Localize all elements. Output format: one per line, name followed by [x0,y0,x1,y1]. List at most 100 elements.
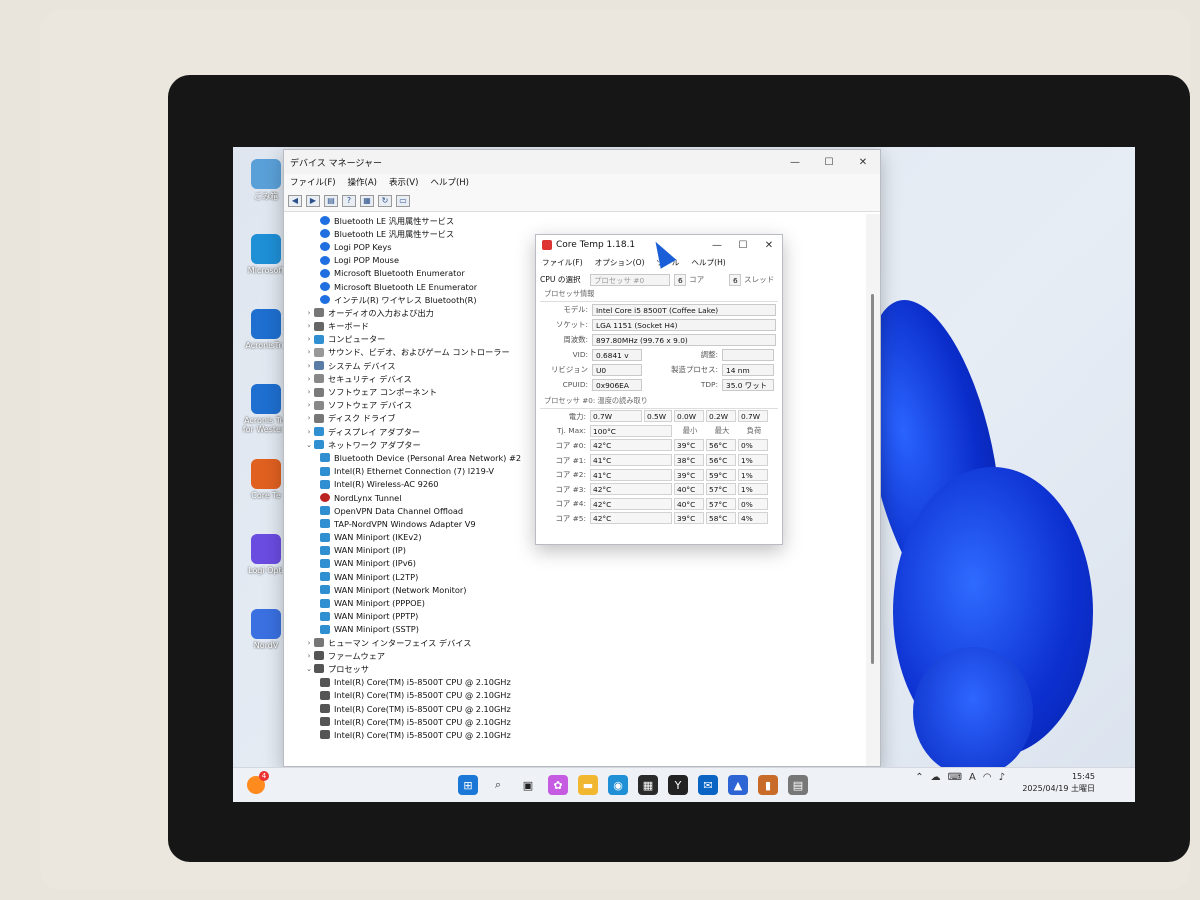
device-item[interactable]: WAN Miniport (PPPOE) [284,596,864,609]
menu-options[interactable]: オプション(O) [589,257,651,268]
chevron-right-icon[interactable]: › [304,309,314,317]
temperature-section: プロセッサ #0: 温度の読み取り [540,394,778,409]
chevron-right-icon[interactable]: › [304,362,314,370]
speaker-icon[interactable]: ♪ [999,772,1005,783]
yahoo-icon[interactable]: Y [668,775,688,795]
device-item[interactable]: Intel(R) Core(TM) i5-8500T CPU @ 2.10GHz [284,715,864,728]
device-item[interactable]: WAN Miniport (Network Monitor) [284,583,864,596]
copilot-icon[interactable]: ✿ [548,775,568,795]
network-icon [320,598,330,608]
device-label: キーボード [328,321,369,332]
menu-file[interactable]: ファイル(F) [536,257,589,268]
core-max-value: 57°C [706,497,736,510]
device-item[interactable]: WAN Miniport (PPTP) [284,610,864,623]
cloud-icon[interactable]: ☁ [931,772,941,783]
menu-view[interactable]: 表示(V) [383,176,424,188]
menu-help[interactable]: ヘルプ(H) [424,176,475,188]
ime-icon[interactable]: A [969,772,976,783]
menu-action[interactable]: 操作(A) [342,176,383,188]
chevron-right-icon[interactable]: › [304,322,314,330]
chevron-right-icon[interactable]: › [304,414,314,422]
chevron-right-icon[interactable]: › [304,388,314,396]
min-header: 最小 [682,426,698,436]
device-item[interactable]: WAN Miniport (SSTP) [284,623,864,636]
logi-options-icon [251,534,281,564]
device-item[interactable]: Intel(R) Core(TM) i5-8500T CPU @ 2.10GHz [284,702,864,715]
processor-select[interactable]: プロセッサ #0 [590,273,670,286]
help-icon[interactable]: ? [342,194,356,207]
keyboard-icon[interactable]: ⌨ [948,772,962,783]
maximize-button[interactable]: ☐ [730,240,756,251]
device-category[interactable]: › ヒューマン インターフェイス デバイス [284,636,864,649]
clock[interactable]: 15:45 2025/04/19 土曜日 [1022,771,1095,795]
store-icon[interactable]: ▦ [638,775,658,795]
clock-time: 15:45 [1071,772,1095,781]
core-temp-window[interactable]: Core Temp 1.18.1 — ☐ ✕ ファイル(F) オプション(O) … [535,234,783,545]
chevron-right-icon[interactable]: › [304,428,314,436]
device-item[interactable]: WAN Miniport (IPv6) [284,557,864,570]
close-button[interactable]: ✕ [756,240,782,251]
start-icon[interactable]: ⊞ [458,775,478,795]
device-item[interactable]: WAN Miniport (L2TP) [284,570,864,583]
bluetooth-icon [320,295,330,305]
device-item[interactable]: Intel(R) Core(TM) i5-8500T CPU @ 2.10GHz [284,676,864,689]
edge-icon[interactable]: ◉ [608,775,628,795]
chevron-right-icon[interactable]: › [304,348,314,356]
outlook-icon[interactable]: ✉ [698,775,718,795]
device-label: Microsoft Bluetooth Enumerator [334,268,465,279]
core-load-value: 1% [738,483,768,496]
chevron-right-icon[interactable]: › [304,401,314,409]
tdp-label: TDP: [700,380,718,389]
computer-icon [314,334,324,344]
device-manager-taskbar-icon[interactable]: ▤ [788,775,808,795]
power-value: 0.7W [590,410,642,423]
device-category[interactable]: ⌄ プロセッサ [284,662,864,675]
device-label: プロセッサ [328,663,369,674]
device-category[interactable]: › ファームウェア [284,649,864,662]
scrollbar-thumb[interactable] [871,294,874,664]
monitor-icon[interactable]: ▭ [396,194,410,207]
task-view-icon[interactable]: ▣ [518,775,538,795]
chevron-right-icon[interactable]: › [304,375,314,383]
properties-icon[interactable]: ▤ [324,194,338,207]
device-label: Intel(R) Core(TM) i5-8500T CPU @ 2.10GHz [334,716,511,727]
maximize-button[interactable]: ☐ [812,157,846,168]
driver-icon[interactable]: ▦ [360,194,374,207]
search-icon[interactable]: ⌕ [488,775,508,795]
minimize-button[interactable]: — [704,240,730,251]
chevron-down-icon[interactable]: ⌄ [304,441,314,449]
system-icon [314,361,324,371]
core-temp-taskbar-icon[interactable]: ▮ [758,775,778,795]
device-item[interactable]: Intel(R) Core(TM) i5-8500T CPU @ 2.10GHz [284,728,864,741]
chevron-right-icon[interactable]: › [304,639,314,647]
device-label: Intel(R) Core(TM) i5-8500T CPU @ 2.10GHz [334,677,511,688]
socket-value: LGA 1151 (Socket H4) [592,318,776,331]
socket-label: ソケット: [555,320,588,329]
chevron-up-icon[interactable]: ⌃ [915,772,923,783]
back-icon[interactable]: ◀ [288,194,302,207]
bluetooth-icon [320,255,330,265]
tjmax-value: 100°C [590,424,672,437]
device-label: WAN Miniport (IPv6) [334,558,416,569]
revision-label: リビジョン [551,365,588,374]
device-item[interactable]: WAN Miniport (IP) [284,544,864,557]
device-item[interactable]: Intel(R) Core(TM) i5-8500T CPU @ 2.10GHz [284,689,864,702]
close-button[interactable]: ✕ [846,157,880,168]
menu-file[interactable]: ファイル(F) [284,176,342,188]
chevron-down-icon[interactable]: ⌄ [304,665,314,673]
processor-info-section: プロセッサ情報 [540,287,778,302]
chevron-right-icon[interactable]: › [304,652,314,660]
core-temp-title: Core Temp 1.18.1 [556,240,636,250]
nordvpn-icon[interactable]: ▲ [728,775,748,795]
wifi-icon[interactable]: ◠ [983,772,992,783]
core-temp-value: 42°C [590,439,672,452]
scan-hardware-icon[interactable]: ↻ [378,194,392,207]
menu-help[interactable]: ヘルプ(H) [685,257,731,268]
minimize-button[interactable]: — [778,157,812,168]
chevron-right-icon[interactable]: › [304,335,314,343]
device-manager-titlebar[interactable]: デバイス マネージャー — ☐ ✕ [284,150,880,174]
device-tree-scrollbar[interactable] [866,214,880,766]
forward-icon[interactable]: ▶ [306,194,320,207]
explorer-icon[interactable]: ▬ [578,775,598,795]
device-item[interactable]: Bluetooth LE 汎用属性サービス [284,214,864,227]
